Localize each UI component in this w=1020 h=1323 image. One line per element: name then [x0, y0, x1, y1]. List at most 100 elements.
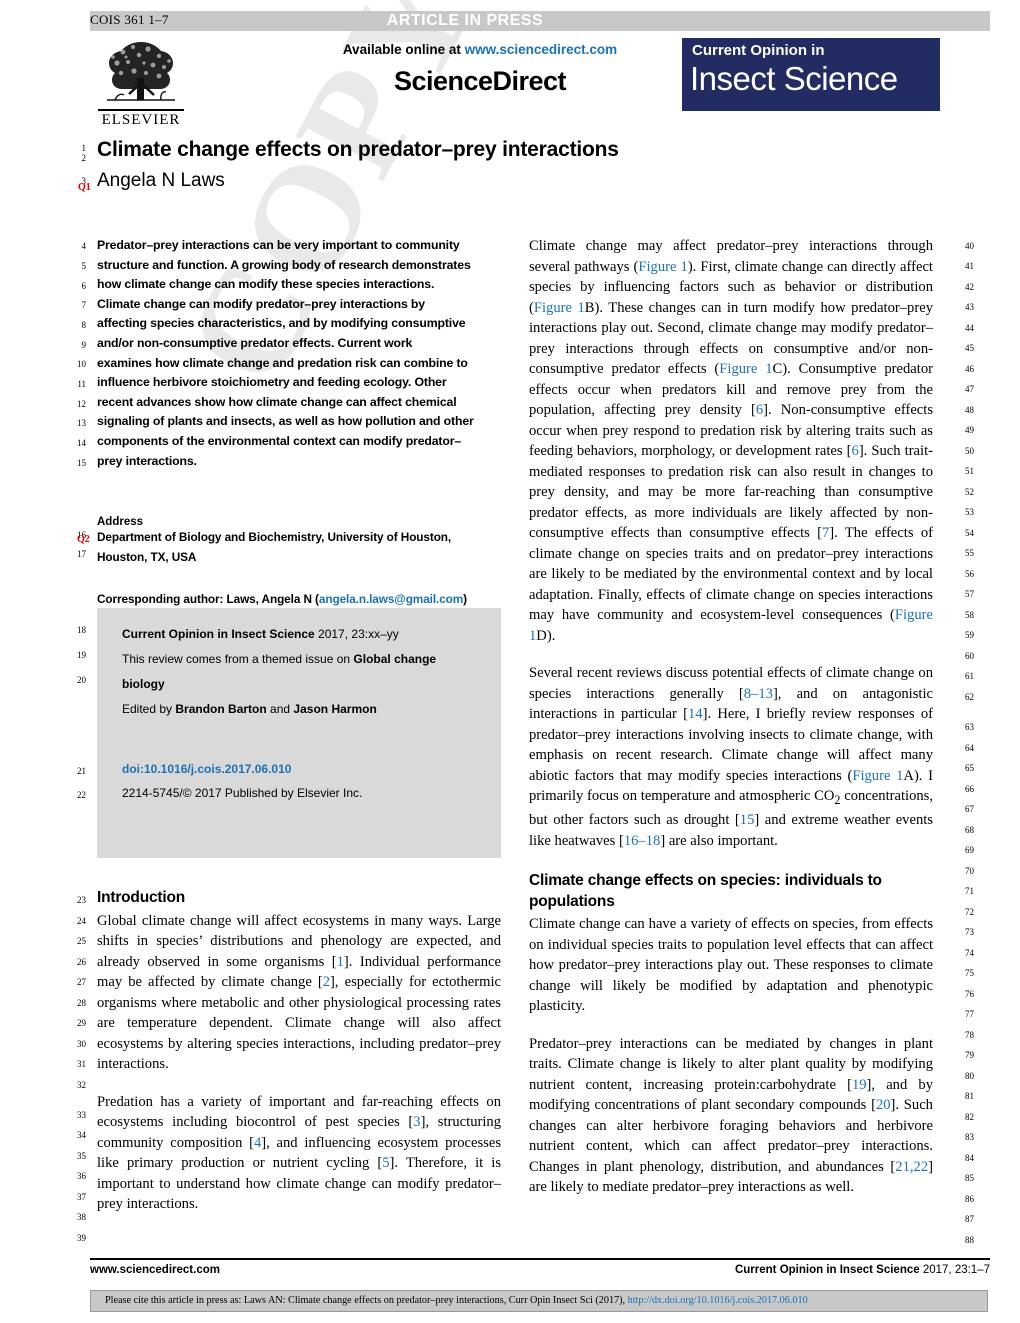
- line-number: 21: [77, 766, 86, 776]
- line-number: 1: [81, 143, 87, 153]
- footer-rule: [90, 1258, 990, 1260]
- query-marker-q1[interactable]: Q1: [78, 182, 91, 193]
- line-number: 33: [77, 1110, 86, 1120]
- line-number: 22: [77, 790, 86, 800]
- elsevier-tree-icon: [107, 42, 175, 101]
- abstract-line: prey interactions.: [97, 453, 197, 468]
- line-number: 48: [965, 405, 974, 415]
- sciencedirect-wordmark: ScienceDirect: [393, 66, 567, 96]
- cite-notice-doi-link[interactable]: http://dx.doi.org/10.1016/j.cois.2017.06…: [628, 1295, 808, 1306]
- address-text: Department of Biology and Biochemistry, …: [97, 528, 501, 567]
- right-column: Climate change may affect predator–prey …: [529, 236, 933, 1198]
- introduction-heading: Introduction: [97, 889, 185, 906]
- editor-two: Jason Harmon: [293, 702, 377, 716]
- line-number: 17: [77, 549, 86, 559]
- line-number: 86: [965, 1194, 974, 1204]
- line-number: 69: [965, 845, 974, 855]
- elsevier-rule: [98, 109, 184, 111]
- abstract-line: signaling of plants and insects, as well…: [97, 414, 474, 429]
- corresponding-email-link[interactable]: angela.n.laws@gmail.com: [319, 592, 463, 606]
- available-online-line: Available online at www.sciencedirect.co…: [240, 42, 720, 57]
- line-number: 24: [77, 916, 86, 926]
- issue-journal-name: Current Opinion in Insect Science: [122, 627, 315, 641]
- corresponding-author: Corresponding author: Laws, Angela N (an…: [97, 592, 501, 606]
- running-head: COIS 361 1–7: [90, 12, 169, 27]
- line-number: 63: [965, 722, 974, 732]
- line-number: 81: [965, 1091, 974, 1101]
- abstract-line: recent advances show how climate change …: [97, 394, 457, 409]
- line-number: 49: [965, 425, 974, 435]
- line-number: 56: [965, 569, 974, 579]
- footer-journal-name: Current Opinion in Insect Science: [734, 1264, 920, 1276]
- themed-issue-prefix: This review comes from a themed issue on: [122, 652, 354, 666]
- line-number: 82: [965, 1112, 974, 1122]
- issue-info-text: Current Opinion in Insect Science 2017, …: [122, 622, 482, 722]
- line-number: 29: [77, 1018, 86, 1028]
- cite-notice-text: Please cite this article in press as: La…: [105, 1295, 808, 1306]
- line-number: 44: [965, 323, 974, 333]
- introduction-section: Introduction Global climate change will …: [97, 888, 501, 1215]
- line-number: 23: [77, 895, 86, 905]
- line-number: 10: [77, 359, 86, 369]
- abstract-line: influence herbivore stoichiometry and fe…: [97, 375, 447, 390]
- corresponding-suffix: ): [463, 592, 467, 607]
- doi-link[interactable]: doi:10.1016/j.cois.2017.06.010: [122, 762, 291, 776]
- issue-info-box: Current Opinion in Insect Science 2017, …: [97, 608, 501, 858]
- line-number: 64: [965, 743, 974, 753]
- article-status-band: ARTICLE IN PRESS: [90, 11, 990, 31]
- editors-line: Edited by Brandon Barton and Jason Harmo…: [122, 697, 482, 722]
- journal-logo-line2: Insect Science: [690, 60, 898, 97]
- line-number: 27: [77, 977, 86, 987]
- line-number: 55: [965, 548, 974, 558]
- line-number: 61: [965, 671, 974, 681]
- abstract-line: examines how climate change and predatio…: [97, 355, 468, 370]
- cite-notice-prefix: Please cite this article in press as: La…: [105, 1295, 628, 1306]
- query-marker-q2[interactable]: Q2: [77, 534, 90, 545]
- abstract-text: Predator–prey interactions can be very i…: [97, 236, 501, 471]
- line-number: 53: [965, 507, 974, 517]
- line-number: 40: [965, 241, 974, 251]
- masthead: ELSEVIER Available online at www.science…: [90, 36, 990, 128]
- line-number: 84: [965, 1153, 974, 1163]
- abstract-line: components of the environmental context …: [97, 433, 462, 448]
- line-number: 88: [965, 1235, 974, 1245]
- sciencedirect-url-link[interactable]: www.sciencedirect.com: [465, 42, 618, 57]
- line-number: 65: [965, 763, 974, 773]
- abstract-line: affecting species characteristics, and b…: [97, 316, 466, 331]
- author-name: Angela N Laws: [97, 170, 225, 191]
- line-number: 73: [965, 927, 974, 937]
- right-paragraph-3: Climate change can have a variety of eff…: [529, 916, 933, 1015]
- editor-one: Brandon Barton: [175, 702, 267, 716]
- line-number: 57: [965, 589, 974, 599]
- line-number: 41: [965, 261, 974, 271]
- line-number: 43: [965, 302, 974, 312]
- line-number: 5: [81, 261, 87, 271]
- edited-by-prefix: Edited by: [122, 702, 176, 716]
- line-number: 11: [77, 379, 86, 389]
- line-number: 87: [965, 1214, 974, 1224]
- line-number: 15: [77, 458, 86, 468]
- elsevier-logo: ELSEVIER: [95, 38, 187, 134]
- elsevier-wordmark: ELSEVIER: [101, 112, 181, 128]
- line-number: 52: [965, 487, 974, 497]
- address-line: Department of Biology and Biochemistry, …: [97, 530, 452, 545]
- introduction-paragraph-2: Predation has a variety of important and…: [97, 1093, 502, 1213]
- footer-website[interactable]: www.sciencedirect.com: [90, 1264, 220, 1276]
- corresponding-prefix: Corresponding author: Laws, Angela N (: [97, 592, 319, 607]
- line-number: 60: [965, 651, 974, 661]
- line-number: 19: [77, 650, 86, 660]
- line-number: 79: [965, 1050, 974, 1060]
- line-number: 78: [965, 1030, 974, 1040]
- right-paragraph-4: Predator–prey interactions can be mediat…: [529, 1035, 933, 1196]
- themed-issue-line: This review comes from a themed issue on…: [122, 647, 482, 697]
- line-number: 13: [77, 418, 86, 428]
- line-number: 25: [77, 936, 86, 946]
- line-number: 2: [81, 153, 87, 163]
- line-number: 58: [965, 610, 974, 620]
- line-number: 46: [965, 364, 974, 374]
- line-number: 68: [965, 825, 974, 835]
- abstract-line: and/or non-consumptive predator effects.…: [97, 335, 413, 350]
- address-line: Houston, TX, USA: [97, 549, 197, 564]
- line-number: 83: [965, 1132, 974, 1142]
- issue-journal-volume: 2017, 23:xx–yy: [314, 627, 399, 641]
